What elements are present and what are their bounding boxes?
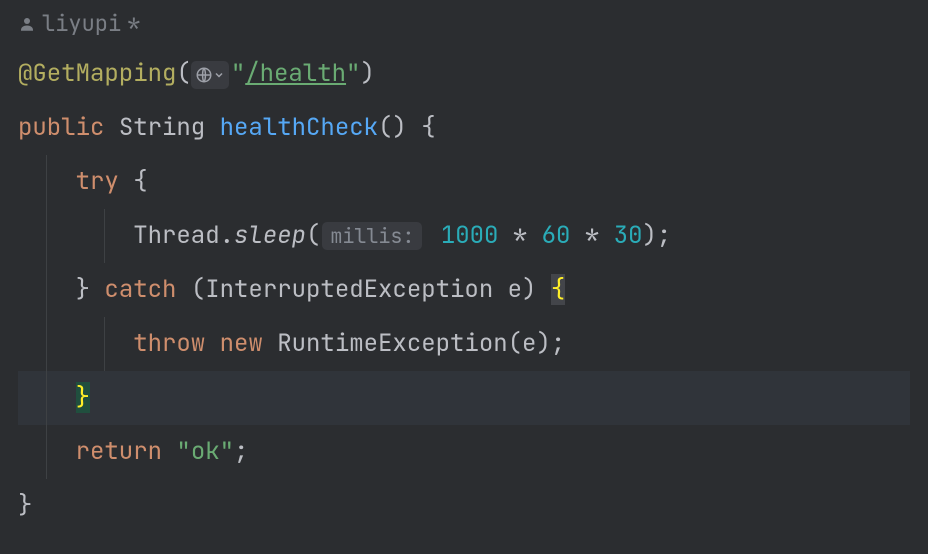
code-line[interactable]: return "ok"; <box>18 425 910 479</box>
code-line[interactable]: } catch (InterruptedException e) { <box>18 263 910 317</box>
code-line[interactable]: public String healthCheck() { <box>18 101 910 155</box>
modified-marker: * <box>127 6 140 41</box>
brace-open: { <box>133 166 147 197</box>
keyword-new: new <box>220 328 263 359</box>
globe-icon <box>195 66 213 84</box>
semicolon: ; <box>234 436 248 467</box>
code-line[interactable]: } <box>18 479 910 533</box>
type-string: String <box>119 112 205 143</box>
number-literal: 60 <box>542 220 571 251</box>
semicolon: ; <box>657 220 671 251</box>
person-icon <box>18 15 36 33</box>
paren-empty: () <box>378 112 407 143</box>
type-runtime-exception: RuntimeException <box>277 328 507 359</box>
paren-close: ) <box>522 274 536 305</box>
chevron-down-icon <box>213 69 225 81</box>
url-indicator-chip[interactable] <box>191 61 229 89</box>
code-line[interactable]: throw new RuntimeException(e); <box>18 317 910 371</box>
method-sleep: sleep <box>234 220 306 251</box>
code-line[interactable]: @GetMapping( "/health") <box>18 47 910 101</box>
type-interrupted-exception: InterruptedException <box>205 274 493 305</box>
number-literal: 30 <box>614 220 643 251</box>
keyword-throw: throw <box>133 328 205 359</box>
semicolon: ; <box>551 328 565 359</box>
method-name: healthCheck <box>220 112 378 143</box>
string-quote: " <box>231 58 245 89</box>
string-quote: " <box>346 58 360 89</box>
paren-open: ( <box>508 328 522 359</box>
paren-close: ) <box>536 328 550 359</box>
brace-close-matched: } <box>76 382 90 413</box>
paren-open: ( <box>191 274 205 305</box>
author-name: liyupi <box>42 6 121 41</box>
var-e: e <box>522 328 536 359</box>
operator-star: * <box>513 220 527 251</box>
paren-close: ) <box>643 220 657 251</box>
paren-open: ( <box>176 58 190 89</box>
operator-star: * <box>585 220 599 251</box>
code-line[interactable]: try { <box>18 155 910 209</box>
brace-open: { <box>421 112 435 143</box>
string-quote: " <box>220 436 234 467</box>
dot: . <box>220 220 234 251</box>
keyword-catch: catch <box>104 274 176 305</box>
keyword-try: try <box>76 166 119 197</box>
annotation-token: @GetMapping <box>18 58 176 89</box>
var-e: e <box>508 274 522 305</box>
code-editor[interactable]: @GetMapping("/health") public String hea… <box>0 43 928 537</box>
string-quote: " <box>176 436 190 467</box>
code-line[interactable]: Thread.sleep(millis: 1000 * 60 * 30); <box>18 209 910 263</box>
author-annotation: liyupi * <box>0 0 928 43</box>
url-mapping-string[interactable]: /health <box>245 58 346 89</box>
brace-close: } <box>76 274 90 305</box>
number-literal: 1000 <box>441 220 499 251</box>
code-line-active[interactable]: } <box>18 371 910 425</box>
brace-close: } <box>18 490 32 521</box>
brace-open-matched: { <box>551 274 565 305</box>
class-thread: Thread <box>133 220 219 251</box>
string-ok: ok <box>191 436 220 467</box>
param-hint-millis[interactable]: millis: <box>322 222 422 250</box>
paren-open: ( <box>306 220 320 251</box>
keyword-public: public <box>18 112 104 143</box>
keyword-return: return <box>76 436 162 467</box>
paren-close: ) <box>360 58 374 89</box>
